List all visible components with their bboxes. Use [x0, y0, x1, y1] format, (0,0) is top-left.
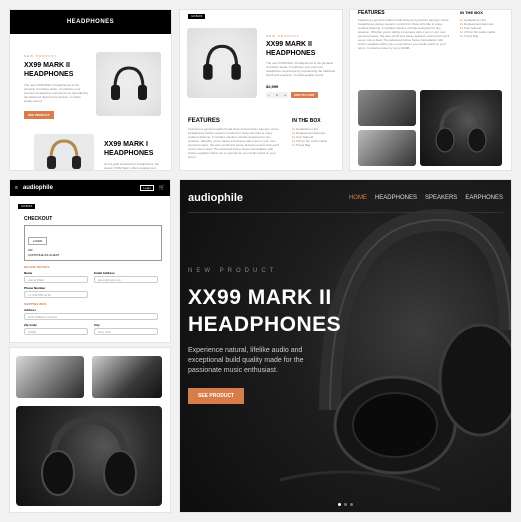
product-name: XX99 MARK II HEADPHONES [24, 62, 74, 78]
new-product-overline: NEW PRODUCT [266, 34, 300, 38]
city-field[interactable]: New York [94, 328, 158, 335]
name-field[interactable]: Alexei Ward [24, 276, 88, 283]
account-options: LOGIN OR CONTINUE AS GUEST [24, 225, 162, 261]
gallery-image-1 [16, 356, 84, 398]
box-item: 1x Travel Bag [292, 143, 311, 147]
headphones-icon [435, 105, 487, 153]
address-label: Address [24, 308, 37, 312]
login-button[interactable]: Login [140, 185, 154, 191]
product-detail-panel: GO BACK NEW PRODUCT XX99 MARK II HEADPHO… [180, 10, 342, 170]
hero-title-line1: XX99 MARK II [188, 286, 332, 309]
gallery-image-2 [92, 356, 162, 398]
hero-description: Experience natural, lifelike audio and e… [188, 347, 304, 374]
product-description: As the gold standard for headphones, the… [104, 162, 160, 170]
hero-panel: audiophile HOME HEADPHONES SPEAKERS EARP… [180, 180, 511, 512]
see-product-button[interactable]: SEE PRODUCT [24, 111, 54, 119]
headphones-icon [203, 44, 241, 80]
features-title: FEATURES [188, 118, 220, 124]
city-label: City [94, 323, 100, 327]
quantity-stepper[interactable]: − 1 + [266, 92, 288, 98]
new-product-overline: NEW PRODUCT [188, 268, 278, 274]
category-product-1: NEW PRODUCT XX99 MARK II HEADPHONES The … [24, 54, 90, 121]
login-option-button[interactable]: LOGIN [28, 237, 48, 245]
gallery-image-2 [358, 130, 416, 166]
in-the-box-section: IN THE BOX 1x Headphone Unit 2x Replacem… [460, 10, 508, 38]
features-section: FEATURES Featuring a genuine leather hea… [188, 118, 280, 169]
nav-home[interactable]: HOME [349, 195, 367, 201]
qty-minus[interactable]: − [268, 93, 270, 97]
checkout-form: CHECKOUT LOGIN OR CONTINUE AS GUEST BILL… [24, 216, 162, 335]
gallery-image-1 [358, 90, 416, 126]
add-to-cart-button[interactable]: ADD TO CART [291, 92, 318, 98]
name-label: Name [24, 271, 33, 275]
product-name: XX99 MARK I HEADPHONES [104, 141, 154, 157]
nav-speakers[interactable]: SPEAKERS [425, 195, 457, 201]
box-item: 1x Travel Bag [460, 34, 479, 38]
gallery-panel [10, 348, 170, 512]
features-text: Featuring a genuine leather head strap a… [188, 127, 280, 159]
headphones-icon [47, 139, 81, 169]
carousel-dot[interactable] [338, 503, 341, 506]
phone-label: Phone Number [24, 286, 46, 290]
product-price: $2,999 [266, 84, 279, 89]
qty-plus[interactable]: + [284, 93, 286, 97]
features-text: Featuring a genuine leather head strap a… [358, 18, 450, 50]
in-the-box-title: IN THE BOX [292, 118, 321, 124]
features-section: FEATURES Featuring a genuine leather hea… [358, 10, 450, 78]
product-info: NEW PRODUCT XX99 MARK II HEADPHONES The … [266, 34, 336, 98]
product-image-1 [96, 52, 161, 116]
product-image [187, 28, 257, 98]
new-product-overline: NEW PRODUCT [24, 54, 58, 58]
category-header: HEADPHONES [10, 10, 171, 34]
checkout-title: CHECKOUT [24, 216, 53, 222]
menu-icon[interactable]: ≡ [15, 185, 18, 191]
product-image-2 [34, 134, 94, 170]
cart-icon[interactable]: 🛒 [159, 185, 165, 191]
continue-as-guest[interactable]: CONTINUE AS GUEST [28, 253, 158, 257]
hero-content: NEW PRODUCT XX99 MARK II HEADPHONES Expe… [188, 268, 378, 404]
category-product-2: XX99 MARK I HEADPHONES As the gold stand… [24, 126, 164, 170]
zip-field[interactable]: 10001 [24, 328, 88, 335]
or-text: OR [28, 248, 33, 252]
headphones-icon [110, 66, 147, 100]
gallery-image-3 [16, 406, 162, 506]
email-field[interactable]: alexei@mail.com [94, 276, 158, 283]
showcase-canvas: HEADPHONES NEW PRODUCT XX99 MARK II HEAD… [0, 0, 521, 522]
in-the-box-title: IN THE BOX [460, 10, 483, 15]
see-product-button[interactable]: SEE PRODUCT [188, 388, 245, 404]
hero-navbar: audiophile HOME HEADPHONES SPEAKERS EARP… [188, 192, 503, 204]
category-page-panel: HEADPHONES NEW PRODUCT XX99 MARK II HEAD… [10, 10, 171, 170]
brand-logo[interactable]: audiophile [23, 185, 53, 191]
carousel-dot[interactable] [350, 503, 353, 506]
hero-divider [188, 212, 503, 213]
product-name: XX99 MARK II HEADPHONES [266, 41, 316, 57]
qty-value: 1 [276, 93, 278, 97]
headphones-icon [41, 417, 137, 496]
category-title: HEADPHONES [66, 19, 115, 25]
go-back-link[interactable]: GO BACK [188, 14, 206, 19]
carousel-dots [180, 503, 511, 506]
go-back-link[interactable]: GO BACK [18, 204, 36, 209]
in-the-box-section: IN THE BOX 1x Headphone Unit 2x Replacem… [292, 118, 338, 147]
shipping-title: SHIPPING INFO [24, 302, 47, 306]
carousel-dot[interactable] [344, 503, 347, 506]
brand-logo[interactable]: audiophile [188, 192, 243, 204]
hero-title-line2: HEADPHONES [188, 313, 342, 336]
gallery-image-3 [420, 90, 502, 166]
nav-earphones[interactable]: EARPHONES [465, 195, 503, 201]
billing-title: BILLING DETAILS [24, 265, 50, 269]
product-description: The new XX99 Mark II headphones is the p… [266, 61, 336, 77]
checkout-panel: ≡ audiophile Login 🛒 GO BACK CHECKOUT LO… [10, 180, 170, 342]
address-field[interactable]: 1137 Williams Avenue [24, 313, 158, 320]
checkout-navbar: ≡ audiophile Login 🛒 [10, 180, 170, 196]
phone-field[interactable]: +1 202-555-0136 [24, 291, 88, 298]
nav-headphones[interactable]: HEADPHONES [375, 195, 417, 201]
email-label: Email Address [94, 271, 115, 275]
features-gallery-panel: FEATURES Featuring a genuine leather hea… [350, 10, 511, 170]
zip-label: Zip Code [24, 323, 37, 327]
features-title: FEATURES [358, 10, 385, 16]
product-description: The new XX99 Mark II headphones is the p… [24, 83, 88, 103]
cart-row: − 1 + ADD TO CART [266, 92, 336, 98]
